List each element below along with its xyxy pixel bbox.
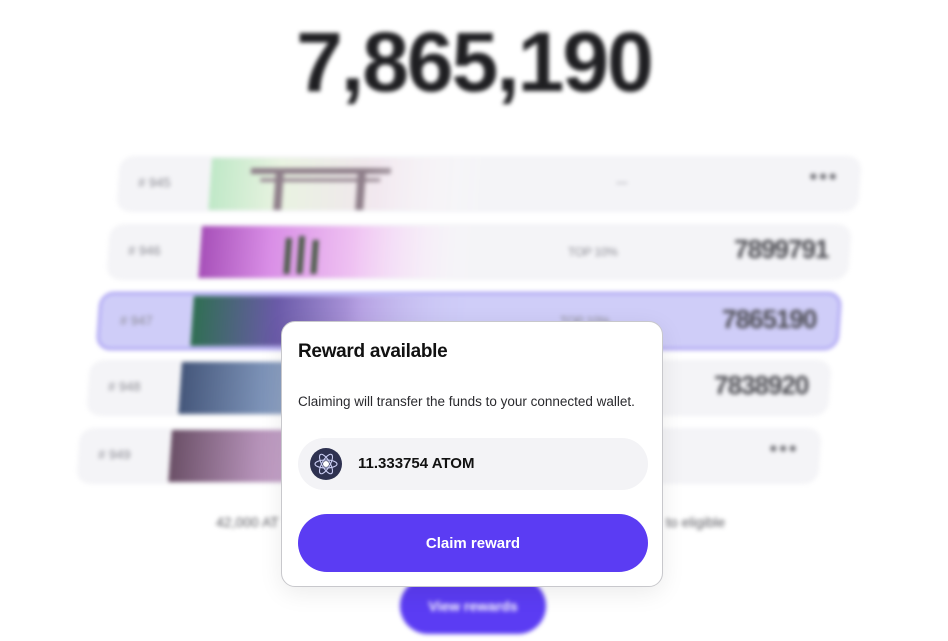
modal-title: Reward available [298,341,448,362]
row-tier: TOP 10% [568,245,618,259]
reward-amount-box: 11.333754 ATOM [298,438,648,490]
leaderboard-row[interactable]: # 945 --- ••• [116,156,862,212]
reward-amount: 11.333754 ATOM [358,455,475,472]
row-rank: # 948 [108,379,141,394]
row-rank: # 946 [128,243,161,258]
reward-modal: Reward available Claiming will transfer … [281,321,663,587]
row-rank: # 945 [138,175,171,190]
eligibility-info-right: to eligible [666,514,726,530]
eligibility-info-left: 42,000 AT [216,514,279,530]
row-artwork [208,158,492,212]
row-score: 7838920 [713,370,809,400]
row-tier: --- [616,175,628,189]
row-score: 7899791 [733,234,829,264]
claim-reward-button[interactable]: Claim reward [298,514,648,572]
more-icon[interactable]: ••• [809,164,838,190]
row-rank: # 947 [120,313,153,328]
leaderboard-row[interactable]: # 946 TOP 10% 7899791 [106,224,852,280]
row-score: 7865190 [721,304,817,334]
cosmos-atom-icon [310,448,342,480]
total-score: 7,865,190 [296,15,654,109]
row-artwork [198,226,482,278]
modal-description: Claiming will transfer the funds to your… [298,394,635,409]
row-rank: # 949 [98,447,131,462]
more-icon[interactable]: ••• [769,436,798,462]
